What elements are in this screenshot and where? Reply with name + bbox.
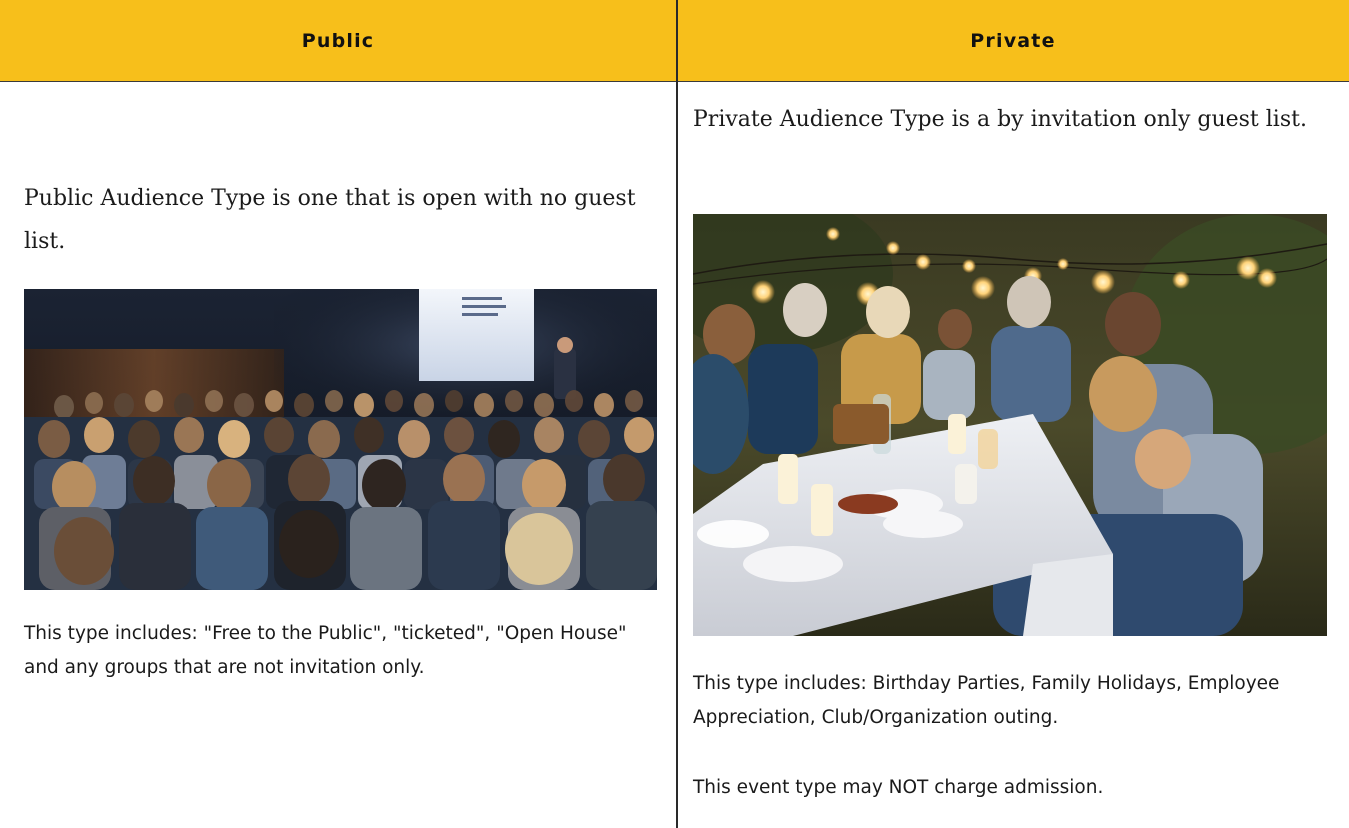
- private-description-text: This type includes: Birthday Parties, Fa…: [693, 673, 1280, 728]
- table-header-row: Public Private: [0, 0, 1349, 82]
- column-divider: [676, 0, 678, 828]
- public-lead-text: Public Audience Type is one that is open…: [24, 186, 636, 254]
- family-dinner-party-photo: [693, 214, 1327, 636]
- private-lead-text: Private Audience Type is a by invitation…: [693, 107, 1307, 132]
- family-dinner-party-photo-svg: [693, 214, 1327, 636]
- private-note-text: This event type may NOT charge admission…: [693, 777, 1104, 798]
- public-description-text: This type includes: "Free to the Public"…: [24, 623, 627, 678]
- column-heading-public: Public: [301, 30, 375, 52]
- conference-audience-photo: [24, 289, 657, 590]
- audience-type-table: Public Private Public Audience Type is o…: [0, 0, 1349, 828]
- column-heading-private: Private: [970, 30, 1056, 52]
- conference-audience-photo-svg: [24, 289, 657, 590]
